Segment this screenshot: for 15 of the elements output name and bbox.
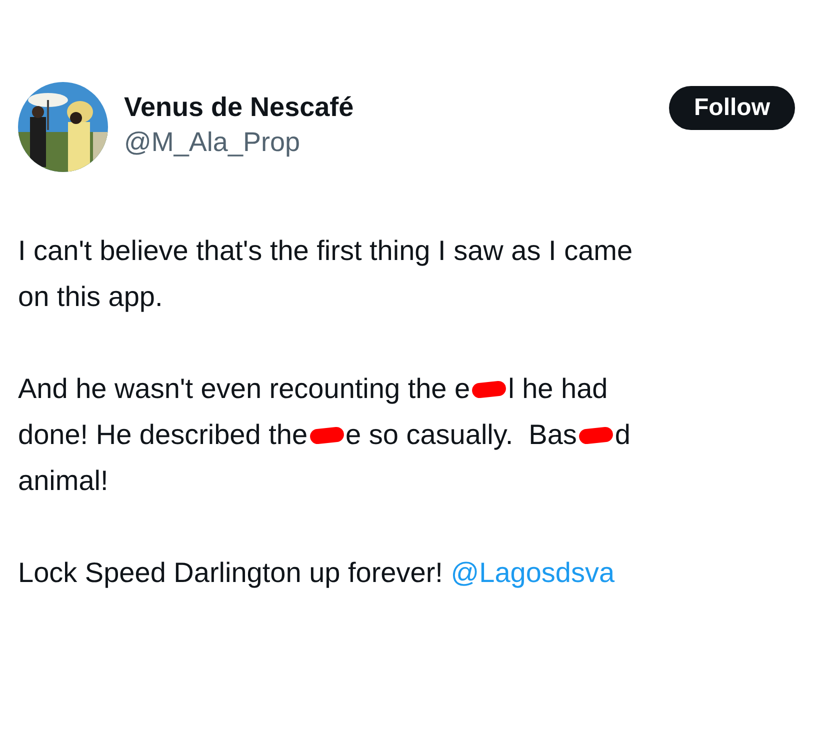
redaction-mark <box>308 426 344 444</box>
follow-button[interactable]: Follow <box>669 86 795 130</box>
tweet-text: l he had <box>508 372 608 406</box>
tweet-text: I can't believe that's the first thing I saw as I came <box>18 234 633 268</box>
tweet-text: Lock Speed Darlington up forever! <box>18 556 444 590</box>
tweet-text: e so casually. Bas <box>346 418 577 452</box>
user-handle: @M_Ala_Prop <box>124 126 301 159</box>
redaction-mark <box>578 426 614 444</box>
tweet-text: d <box>614 418 630 452</box>
tweet-text: on this app. <box>18 280 163 314</box>
tweet-text: done! He described the <box>18 418 308 452</box>
tweet-text: And he wasn't even recounting the e <box>18 372 470 406</box>
redaction-mark <box>471 380 507 398</box>
display-name: Venus de Nescafé <box>124 91 354 124</box>
tweet-text: animal! <box>18 464 108 498</box>
